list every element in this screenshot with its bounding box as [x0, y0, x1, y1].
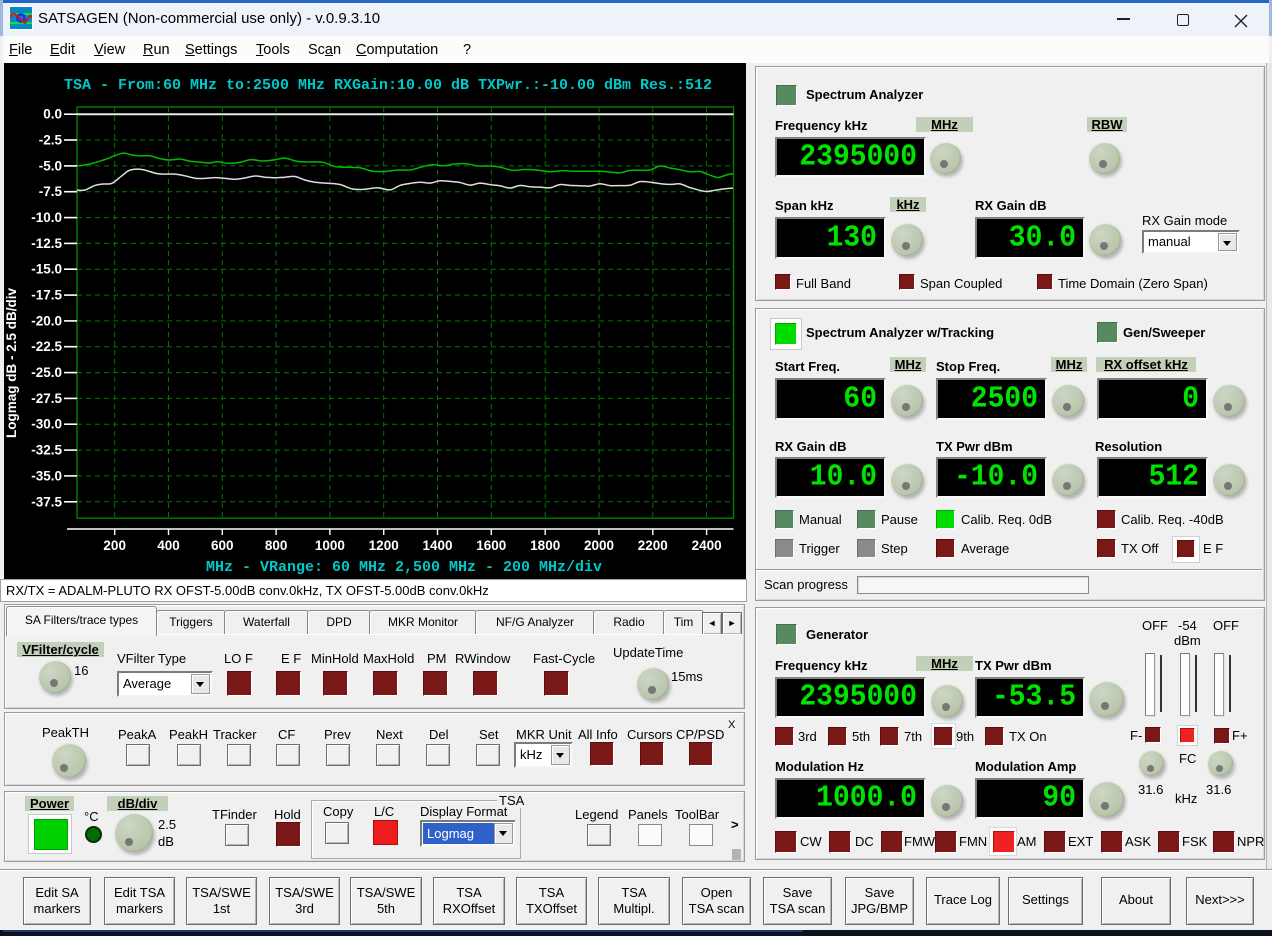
svg-text:1800: 1800	[530, 538, 560, 553]
svg-text:-37.5: -37.5	[31, 494, 62, 509]
svg-text:2200: 2200	[638, 538, 668, 553]
svg-text:-30.0: -30.0	[31, 417, 62, 432]
svg-text:Logmag dB - 2.5 dB/div: Logmag dB - 2.5 dB/div	[4, 288, 19, 439]
svg-text:MHz - VRange: 60 MHz 2,500 MHz: MHz - VRange: 60 MHz 2,500 MHz - 200 MHz…	[206, 559, 602, 576]
svg-text:TSA - From:60 MHz to:2500 MHz: TSA - From:60 MHz to:2500 MHz RXGain:10.…	[64, 77, 712, 94]
svg-text:-10.0: -10.0	[31, 210, 62, 225]
svg-text:600: 600	[211, 538, 234, 553]
svg-text:-12.5: -12.5	[31, 236, 62, 251]
svg-text:-32.5: -32.5	[31, 443, 62, 458]
svg-text:1000: 1000	[315, 538, 345, 553]
svg-text:-22.5: -22.5	[31, 339, 62, 354]
svg-text:-27.5: -27.5	[31, 391, 62, 406]
svg-text:200: 200	[103, 538, 126, 553]
svg-text:1600: 1600	[476, 538, 506, 553]
svg-text:1200: 1200	[369, 538, 399, 553]
svg-text:-15.0: -15.0	[31, 262, 62, 277]
svg-text:-25.0: -25.0	[31, 365, 62, 380]
svg-text:0.0: 0.0	[43, 107, 62, 122]
svg-text:-5.0: -5.0	[39, 158, 62, 173]
svg-text:800: 800	[265, 538, 288, 553]
svg-text:-35.0: -35.0	[31, 468, 62, 483]
svg-text:-17.5: -17.5	[31, 288, 62, 303]
svg-text:400: 400	[157, 538, 180, 553]
svg-text:-2.5: -2.5	[39, 133, 63, 148]
svg-text:1400: 1400	[422, 538, 452, 553]
svg-text:2400: 2400	[692, 538, 722, 553]
svg-text:-20.0: -20.0	[31, 313, 62, 328]
svg-text:-7.5: -7.5	[39, 184, 63, 199]
svg-text:2000: 2000	[584, 538, 614, 553]
